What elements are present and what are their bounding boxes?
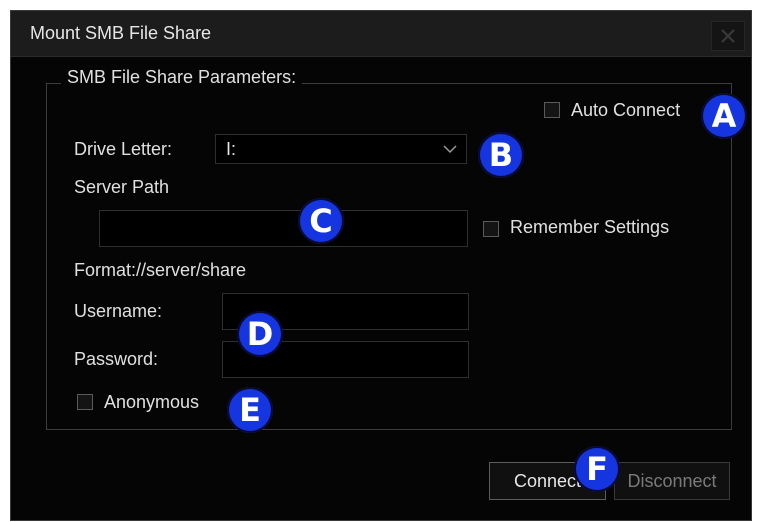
drive-letter-select[interactable]: I: [215, 134, 467, 164]
remember-settings-label: Remember Settings [510, 217, 670, 237]
username-label: Username: [74, 301, 163, 321]
close-icon [721, 29, 735, 43]
remember-settings-checkbox[interactable] [483, 221, 499, 237]
anonymous-label: Anonymous [104, 392, 200, 412]
disconnect-button[interactable]: Disconnect [614, 462, 730, 500]
password-label: Password: [74, 349, 159, 369]
close-button[interactable] [711, 21, 745, 51]
chevron-down-icon [443, 145, 457, 154]
marker-f: F [574, 446, 620, 492]
marker-c: C [298, 198, 344, 244]
server-path-input[interactable] [99, 210, 468, 247]
drive-letter-label: Drive Letter: [74, 139, 173, 159]
marker-e: E [227, 387, 273, 433]
marker-d: D [237, 311, 283, 357]
marker-b: B [478, 132, 524, 178]
mount-smb-dialog: Mount SMB File Share SMB File Share Para… [10, 10, 752, 521]
group-title: SMB File Share Parameters: [61, 67, 303, 88]
drive-letter-value: I: [226, 139, 237, 159]
marker-a: A [701, 93, 747, 139]
auto-connect-checkbox[interactable] [544, 102, 560, 118]
server-path-label: Server Path [74, 177, 170, 197]
title-bar: Mount SMB File Share [11, 11, 751, 57]
dialog-title: Mount SMB File Share [30, 23, 212, 43]
auto-connect-label: Auto Connect [571, 100, 681, 120]
anonymous-checkbox[interactable] [77, 394, 93, 410]
format-hint: Format://server/share [74, 260, 247, 280]
